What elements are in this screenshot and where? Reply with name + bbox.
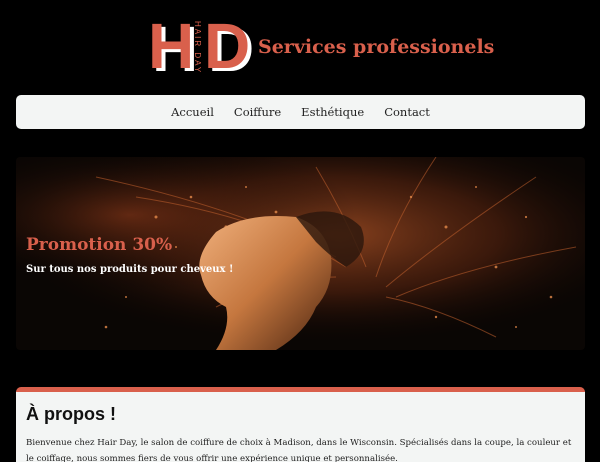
about-text: Bienvenue chez Hair Day, le salon de coi… [26,438,572,462]
site-title: Services professionels [258,36,495,58]
main-nav: Accueil Coiffure Esthétique Contact [16,95,585,129]
nav-item-contact[interactable]: Contact [384,105,430,119]
nav-item-esthetique[interactable]: Esthétique [301,105,364,119]
logo-vertical-text: HAIR DAY [193,21,202,75]
about-heading: À propos ! [26,404,116,424]
site-header: H HAIR DAY D Services professionels [0,0,600,95]
nav-item-coiffure[interactable]: Coiffure [234,105,281,119]
promo-title: Promotion 30% [26,235,173,255]
promo-subtitle: Sur tous nos produits pour cheveux ! [26,264,234,275]
hair-day-logo[interactable]: H HAIR DAY D [148,14,250,78]
logo-letter-d: D [204,10,251,82]
about-section: À propos ! Bienvenue chez Hair Day, le s… [16,387,585,462]
promo-banner[interactable]: Promotion 30% Sur tous nos produits pour… [16,157,585,350]
nav-item-accueil[interactable]: Accueil [171,105,214,119]
